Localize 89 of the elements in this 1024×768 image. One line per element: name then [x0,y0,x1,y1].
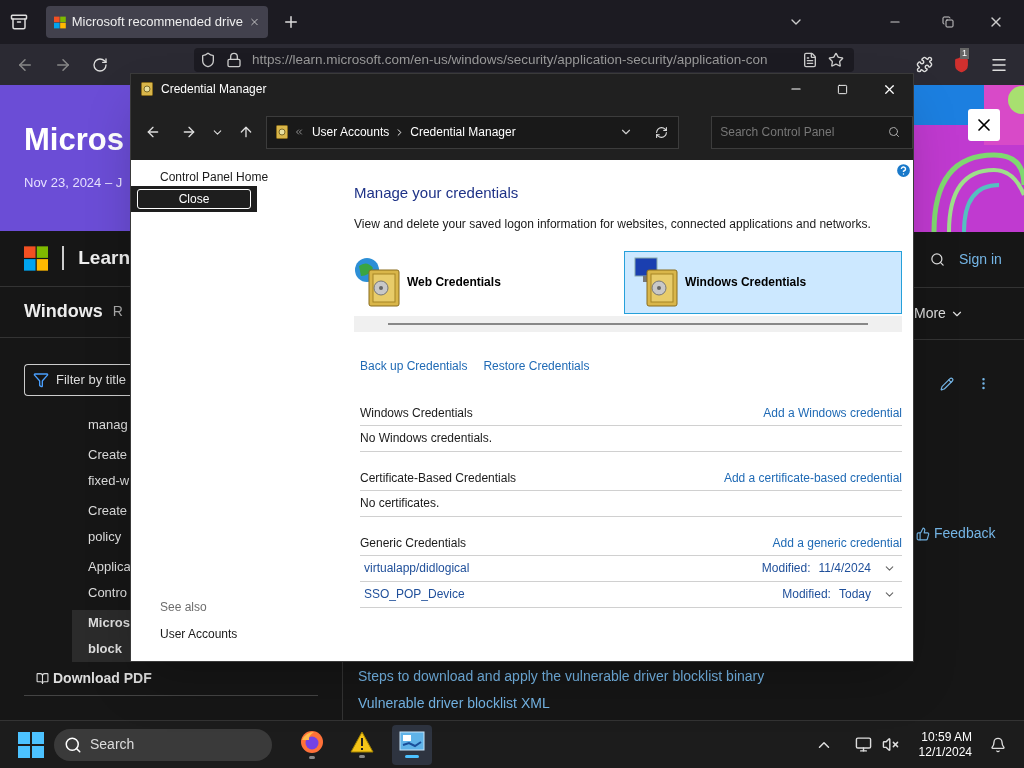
section-title: Generic Credentials [360,534,467,552]
product-title[interactable]: Windows [24,298,103,326]
empty-message: No Windows credentials. [360,430,493,447]
maximize-icon[interactable] [837,83,848,95]
more-menu[interactable]: More [914,303,964,324]
feedback-link[interactable]: Feedback [934,523,996,544]
edit-icon[interactable] [940,376,954,391]
search-icon [888,126,900,138]
reader-view-icon[interactable] [802,52,818,68]
shield-icon [200,52,216,68]
notifications-icon[interactable] [990,736,1006,753]
control-panel-search-field[interactable]: Search Control Panel [711,115,913,149]
action-link[interactable]: Back up Credentials [360,356,468,375]
filter-icon [33,372,49,389]
toc-item[interactable]: Create fixed-w [72,442,130,494]
add-credential-link[interactable]: Add a certificate-based credential [723,468,902,487]
bookmark-star-icon[interactable] [828,52,844,68]
site-name[interactable]: Learn [78,244,130,273]
credential-type-tile[interactable]: Windows Credentials [624,250,902,314]
modified-date: Today [838,586,871,603]
empty-message: No certificates. [360,495,440,512]
company-logo-icon [24,245,49,271]
page-heading: Manage your credentials [354,183,520,203]
safe-icon [275,125,288,139]
action-link[interactable]: Restore Credentials [483,356,590,375]
extensions-icon[interactable] [916,56,933,73]
double-chevron-icon [293,127,304,137]
section-title: Certificate-Based Credentials [360,469,517,487]
site-logo-icon [54,14,66,30]
tab-title: Microsoft recommended drive [71,13,243,32]
search-icon[interactable] [930,252,945,267]
breadcrumb-item[interactable]: Credential Manager [410,123,516,141]
network-icon[interactable] [854,736,872,753]
book-icon [36,672,49,685]
hero-title: Micros [24,123,125,155]
close-banner-button[interactable] [968,109,1000,141]
safe-icon [141,82,153,96]
modified-label: Modified: [782,586,831,603]
doc-link[interactable]: Vulnerable driver blocklist XML [358,693,765,714]
toc-item[interactable]: Applica Contro [72,554,130,606]
blocker-extension-icon[interactable] [953,56,970,73]
taskbar-app[interactable] [392,724,432,765]
taskbar-search-field[interactable]: Search [54,728,272,761]
notification-badge: 1 [960,48,969,59]
page-description: View and delete your saved logon information for websites, connected applications and networks. [354,215,872,233]
help-icon[interactable] [895,162,912,179]
address-bar[interactable]: User Accounts Credential Manager [265,115,680,149]
toc-item[interactable]: Micros block [72,610,130,662]
restore-icon[interactable] [942,16,954,28]
toc-item[interactable]: manag [72,412,130,438]
credential-type-tile[interactable]: Web Credentials [354,250,624,314]
tab-list-icon[interactable] [10,13,28,31]
credential-row[interactable]: SSO_POP_Device Modified: Today [360,581,902,608]
lock-icon [226,52,242,68]
toc-item[interactable]: Create policy [72,498,130,550]
side-link[interactable]: Control Panel Home [160,168,354,186]
hero-date: Nov 23, 2024 – J [24,173,124,192]
window-title: Credential Manager [161,81,267,98]
nav-link[interactable]: R [112,301,123,323]
see-also-heading: See also [160,599,208,616]
breadcrumb-item[interactable]: User Accounts [311,123,390,141]
doc-link[interactable]: Steps to download and apply the vulnerable driver blocklist binary [358,666,765,687]
see-also-link[interactable]: User Accounts [160,625,354,643]
volume-muted-icon[interactable] [881,736,899,753]
new-tab-icon[interactable] [282,13,300,31]
reload-icon[interactable] [92,56,108,73]
modified-label: Modified: [761,560,811,577]
close-tooltip: Close [131,186,257,212]
modified-date: 11/4/2024 [818,560,871,577]
search-icon [64,735,82,754]
url-field[interactable]: https://learn.microsoft.com/en-us/windows/security/application-security/application-con [194,48,854,72]
credential-row[interactable]: virtualapp/didlogical Modified: 11/4/2024 [360,555,902,582]
refresh-icon[interactable] [655,125,669,139]
add-credential-link[interactable]: Add a Windows credential [763,403,902,422]
section-title: Windows Credentials [360,404,473,422]
thumbs-up-icon [916,526,930,541]
sign-in-link[interactable]: Sign in [959,249,1002,270]
start-icon[interactable] [18,731,44,758]
add-credential-link[interactable]: Add a generic credential [772,533,902,552]
download-pdf-link[interactable]: Download PDF [53,668,152,689]
back-icon[interactable] [145,124,161,140]
clock[interactable]: 10:59 AM 12/1/2024 [918,729,972,760]
credential-name: SSO_POP_Device [364,586,465,603]
warning-icon [350,731,374,753]
control-panel-icon [399,731,425,753]
url-text: https://learn.microsoft.com/en-us/windows/security/application-security/application-con [252,50,769,69]
credential-name: virtualapp/didlogical [364,560,470,577]
browser-tab[interactable]: Microsoft recommended drive [46,6,268,38]
fox-globe-icon [300,730,324,754]
